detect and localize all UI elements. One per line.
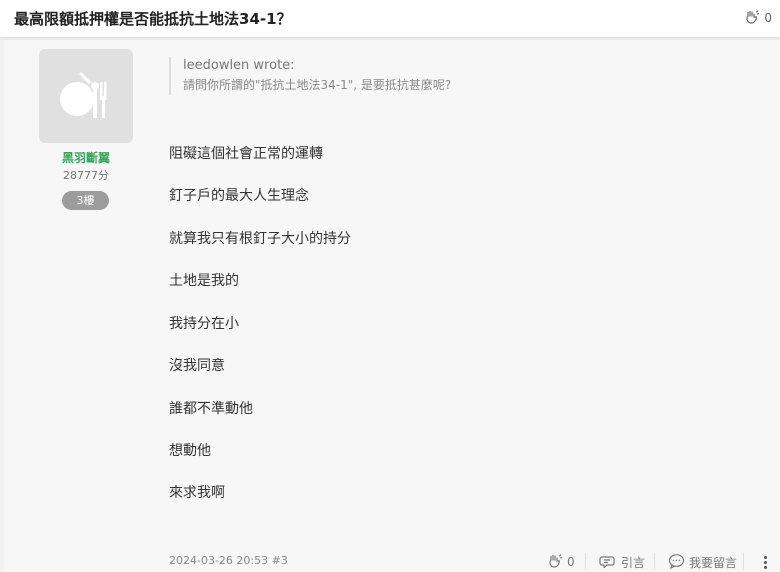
quote-label: 引言 bbox=[621, 555, 646, 570]
more-dot-icon bbox=[763, 565, 767, 569]
reply-label: 我要留言 bbox=[689, 555, 738, 570]
topic-clap-count: 0 bbox=[764, 11, 772, 25]
more-dot-icon bbox=[763, 555, 767, 559]
comment-icon bbox=[668, 553, 685, 572]
quote-author: leedowlen wrote: bbox=[183, 58, 295, 73]
quote-block: leedowlen wrote: 請問你所謂的"抵抗土地法34-1", 是要抵抗… bbox=[169, 57, 729, 95]
quote-icon bbox=[599, 553, 617, 572]
clap-icon bbox=[547, 553, 563, 572]
post-clap-button[interactable]: 0 bbox=[547, 551, 575, 572]
post-line: 來求我啊 bbox=[169, 485, 225, 501]
post-line: 土地是我的 bbox=[169, 273, 239, 289]
post-line: 釘子戶的最大人生理念 bbox=[169, 188, 309, 204]
post-clap-count: 0 bbox=[567, 555, 575, 569]
default-avatar-icon bbox=[60, 72, 107, 118]
more-options-button[interactable] bbox=[757, 552, 773, 572]
post-line: 我持分在小 bbox=[169, 316, 239, 332]
post-line: 沒我同意 bbox=[169, 358, 225, 374]
topic-title: 最高限額抵押權是否能抵抗土地法34-1？ bbox=[14, 10, 292, 28]
author-name[interactable]: 黑羽斷翼 bbox=[32, 149, 140, 166]
quote-button[interactable]: 引言 bbox=[599, 551, 645, 572]
topic-clap-button[interactable]: 0 bbox=[744, 8, 772, 28]
post-line: 想動他 bbox=[169, 443, 211, 459]
post-card: 黑羽斷翼 28777分 3樓 leedowlen wrote: 請問你所謂的"抵… bbox=[4, 40, 780, 572]
more-dot-icon bbox=[763, 560, 767, 564]
avatar[interactable] bbox=[39, 49, 133, 143]
post-line: 阻礙這個社會正常的運轉 bbox=[169, 146, 323, 162]
action-divider bbox=[654, 553, 655, 570]
clap-icon bbox=[744, 9, 760, 28]
post-line: 誰都不準動他 bbox=[169, 401, 253, 417]
reply-button[interactable]: 我要留言 bbox=[668, 551, 737, 572]
floor-badge: 3樓 bbox=[62, 191, 109, 210]
author-points: 28777分 bbox=[63, 169, 109, 182]
topic-header: 最高限額抵押權是否能抵抗土地法34-1？ 0 bbox=[0, 0, 780, 38]
post-line: 就算我只有根釘子大小的持分 bbox=[169, 231, 351, 247]
quote-text: 請問你所謂的"抵抗土地法34-1", 是要抵抗甚麼呢? bbox=[183, 78, 452, 92]
action-divider bbox=[585, 553, 586, 570]
action-divider bbox=[743, 553, 744, 570]
post-timestamp[interactable]: 2024-03-26 20:53 #3 bbox=[169, 554, 288, 567]
